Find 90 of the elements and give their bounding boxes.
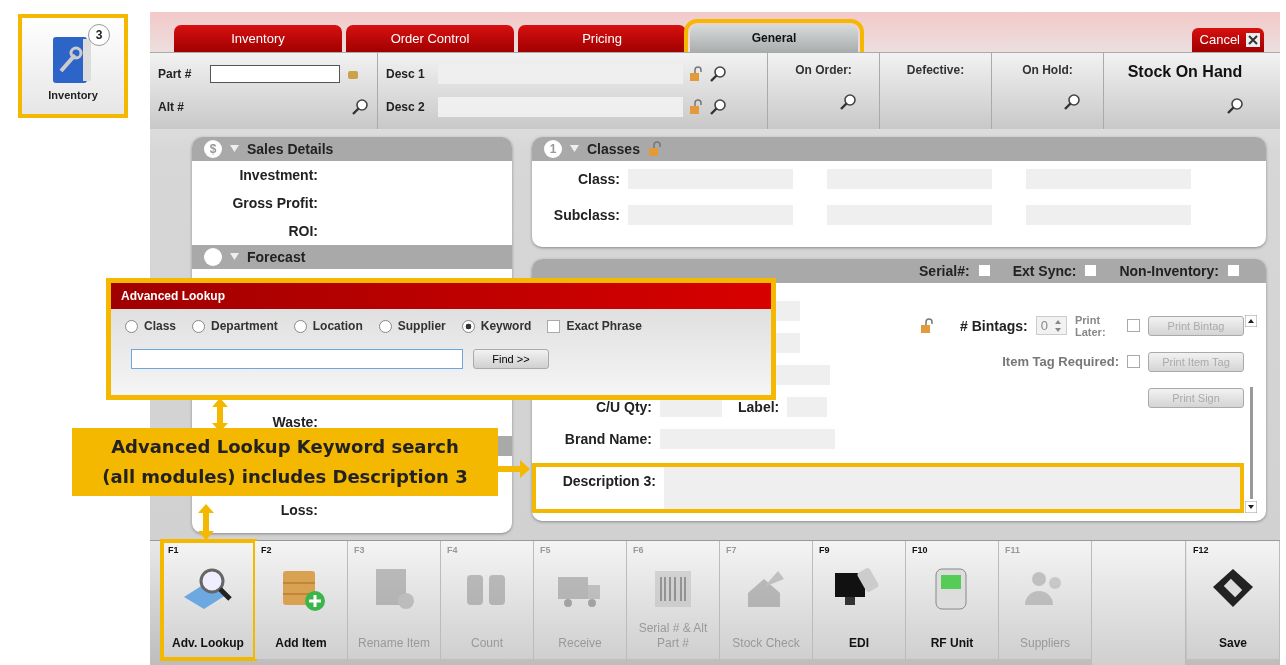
field-label: Waste: — [271, 413, 318, 430]
field-label: Label: — [738, 398, 780, 415]
tab[interactable]: Inventory — [174, 24, 342, 52]
caret-icon[interactable] — [570, 145, 579, 153]
inventory-app-icon[interactable]: 3 Inventory — [18, 14, 128, 118]
search-icon[interactable] — [709, 65, 727, 84]
app-label: Inventory — [48, 89, 98, 101]
search-icon[interactable] — [1063, 92, 1081, 111]
padlock-icon[interactable] — [689, 99, 703, 116]
checkbox[interactable] — [977, 264, 991, 278]
field-label: ROI: — [287, 222, 318, 239]
part-number-input[interactable] — [210, 65, 340, 84]
checkbox-label: Ext Sync: — [1012, 262, 1077, 279]
checkbox[interactable] — [1084, 264, 1098, 278]
field-label: Subclass: — [552, 206, 620, 223]
cancel-button[interactable]: Cancel — [1191, 27, 1264, 52]
padlock-icon[interactable] — [920, 317, 935, 334]
checkbox[interactable] — [1127, 355, 1140, 369]
scroll-down-icon[interactable] — [1245, 500, 1257, 513]
panel-header[interactable]: $ Sales Details — [192, 136, 512, 161]
field-label: Alt # — [158, 100, 185, 115]
field-label: C/U Qty: — [595, 398, 652, 415]
radio-label: Location — [312, 319, 363, 333]
search-input[interactable] — [131, 349, 463, 369]
search-icon[interactable] — [709, 98, 727, 117]
radio-label: Department — [211, 319, 278, 333]
number-badge: 1 — [544, 139, 562, 158]
find-button[interactable]: Find >> — [473, 349, 549, 369]
stat-label: Defective: — [906, 62, 965, 77]
caret-icon[interactable] — [230, 253, 239, 261]
radio-button[interactable] — [192, 319, 206, 333]
text-area[interactable] — [664, 466, 1240, 509]
scrollbar[interactable] — [1244, 314, 1258, 513]
panel-header[interactable]: Forecast — [192, 244, 512, 269]
checkbox-label: Exact Phrase — [566, 319, 642, 333]
radio-button[interactable] — [461, 319, 475, 333]
close-icon[interactable] — [1246, 32, 1260, 47]
scroll-up-icon[interactable] — [1245, 314, 1257, 327]
right-arrow — [498, 460, 530, 478]
callout-tooltip: Advanced Lookup Keyword search (all modules) includes Description 3 — [72, 428, 498, 496]
search-icon[interactable] — [839, 92, 857, 111]
panel-title: Sales Details — [247, 140, 334, 157]
field-label: Part # — [158, 67, 193, 82]
field-label: Loss: — [279, 501, 318, 518]
search-icon[interactable] — [351, 98, 369, 117]
radio-label: Class — [144, 319, 177, 333]
stat-label: On Hold: — [1022, 62, 1073, 77]
checkbox[interactable] — [1227, 264, 1240, 278]
search-icon[interactable] — [1226, 96, 1244, 115]
toolbar-button[interactable]: F9 EDI — [813, 541, 906, 659]
radio-button[interactable] — [293, 319, 307, 333]
caret-icon[interactable] — [230, 145, 239, 153]
dollar-badge: $ — [204, 139, 222, 158]
toolbar-button[interactable]: F1 Adv. Lookup — [162, 541, 255, 659]
stat-label: On Order: — [795, 62, 852, 77]
field-label: Gross Profit: — [231, 194, 318, 211]
radio-label: Keyword — [480, 319, 532, 333]
radio-button[interactable] — [125, 319, 138, 333]
panel-header[interactable]: 1 Classes — [532, 136, 1266, 161]
panel-title: Classes — [587, 140, 640, 157]
toolbar-button[interactable]: F10 RF Unit — [906, 541, 999, 659]
panel-title: Forecast — [247, 248, 306, 265]
checkbox-label: Serial#: — [919, 262, 970, 279]
tab[interactable]: Order Control — [346, 24, 514, 52]
tab[interactable]: Pricing — [518, 24, 686, 52]
checkbox-label: Print Later: — [1075, 313, 1107, 338]
field-label: Brand Name: — [563, 430, 652, 447]
stat-label: Stock On Hand — [1127, 62, 1243, 81]
toolbar-button[interactable]: F12 Save — [1187, 541, 1280, 659]
text-field[interactable] — [438, 97, 683, 118]
checkbox[interactable] — [547, 319, 561, 333]
padlock-icon[interactable] — [689, 66, 703, 83]
field-label: Investment: — [238, 166, 318, 183]
double-arrow — [196, 504, 216, 540]
field-label: Desc 1 — [386, 67, 426, 82]
field-label: Description 3: — [561, 471, 656, 491]
radio-button[interactable] — [378, 319, 392, 333]
toolbar-button[interactable]: F2 Add Item — [255, 541, 348, 659]
dialog-title: Advanced Lookup — [111, 283, 771, 309]
field-label: # Bintags: — [960, 317, 1028, 334]
padlock-icon[interactable] — [647, 140, 662, 157]
count-badge: 3 — [88, 24, 110, 46]
checkbox-label: Item Tag Required: — [1002, 354, 1119, 370]
field-label: Desc 2 — [386, 100, 426, 115]
checkbox-label: Non-Inventory: — [1119, 262, 1219, 279]
field-label: Class: — [576, 170, 620, 187]
spinner-arrows-icon[interactable] — [1054, 318, 1062, 333]
checkbox[interactable] — [1127, 319, 1140, 333]
spinner-value: 0 — [1040, 318, 1048, 334]
radio-label: Supplier — [397, 319, 446, 333]
